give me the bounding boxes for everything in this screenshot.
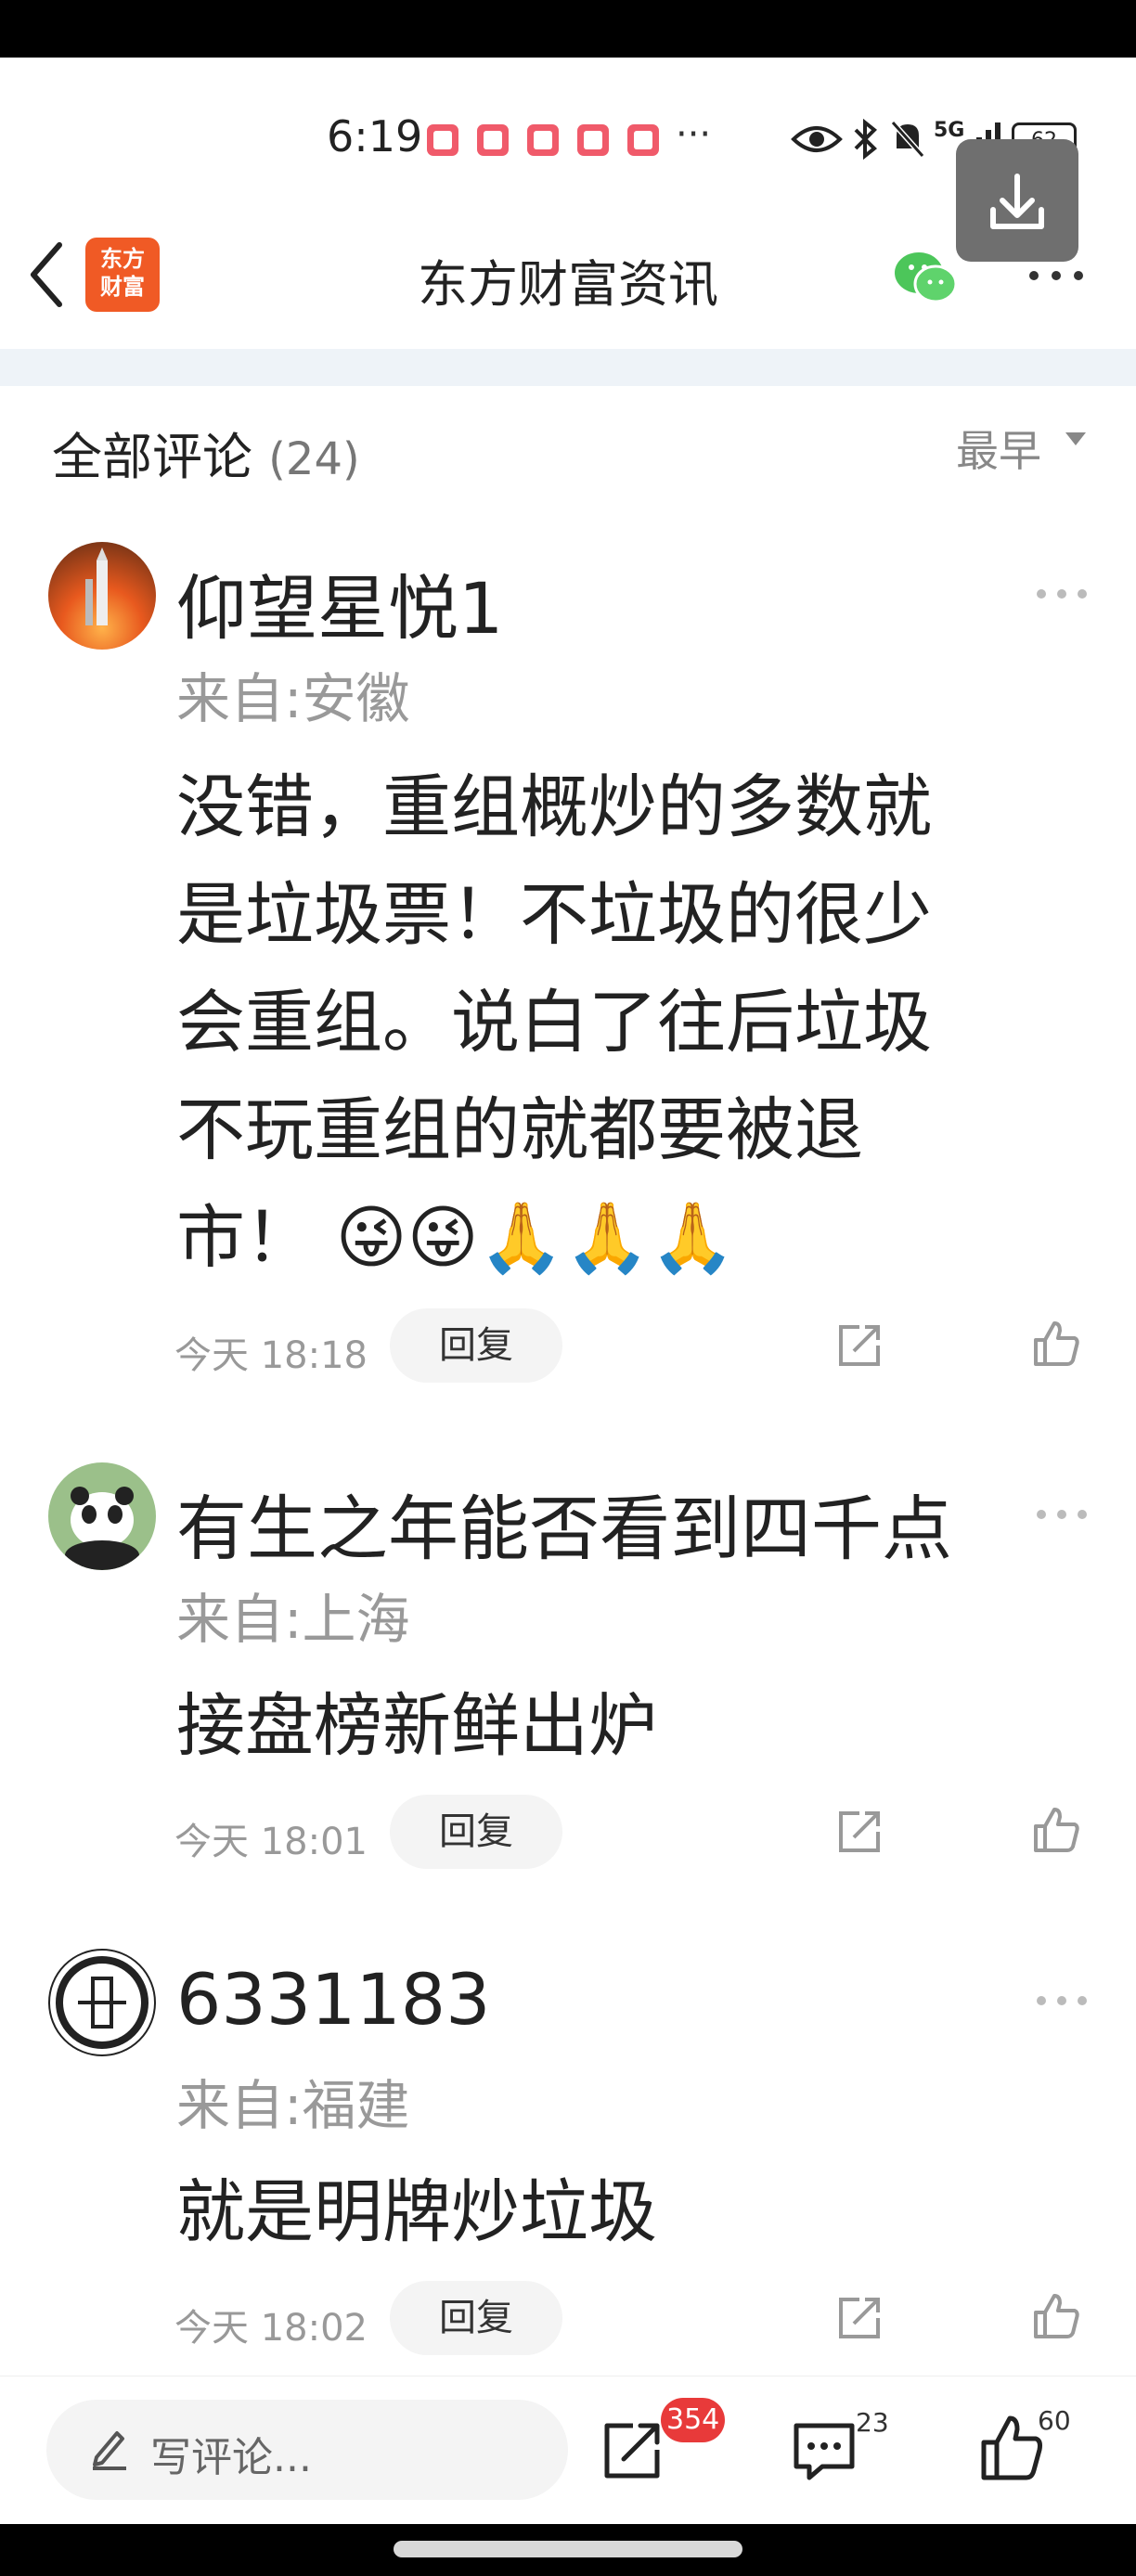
comment-more-icon[interactable]: [1036, 1505, 1088, 1524]
avatar[interactable]: [48, 542, 156, 650]
seal-avatar-image: [56, 1956, 148, 2049]
share-icon[interactable]: [833, 1320, 885, 1372]
comment-more-icon[interactable]: [1036, 585, 1088, 603]
notification-icon: [477, 124, 509, 156]
thumbs-up-icon[interactable]: [1030, 1318, 1082, 1370]
comment-time: 今天 18:01: [174, 1821, 368, 1863]
notification-icon: [527, 124, 559, 156]
share-icon[interactable]: [600, 2416, 666, 2483]
comment-line: 市！ 😜😜🙏🙏🙏: [176, 1198, 736, 1278]
eye-icon: [791, 126, 843, 152]
comment-line: 是垃圾票！不垃圾的很少: [176, 875, 932, 955]
comment-line: 接盘榜新鲜出炉: [176, 1686, 657, 1766]
comment-count: 23: [856, 2407, 889, 2438]
panda-avatar-image: [65, 1487, 139, 1570]
mute-icon: [890, 121, 925, 158]
comment-input-placeholder[interactable]: 写评论...: [150, 2424, 312, 2483]
thumbs-up-icon[interactable]: [978, 2413, 1045, 2483]
thumbs-up-icon[interactable]: [1030, 1804, 1082, 1856]
bluetooth-icon: [854, 119, 877, 160]
comments-section-title: 全部评论 (24): [52, 416, 360, 489]
comment-line: 没错，重组概炒的多数就: [176, 767, 932, 847]
pen-icon: [93, 2431, 126, 2470]
comments-count: (24): [268, 433, 360, 485]
comment-line: 不玩重组的就都要被退: [176, 1090, 863, 1170]
notification-icon: [627, 124, 659, 156]
comment-location: 来自:上海: [176, 1588, 410, 1651]
comment-more-icon[interactable]: [1036, 1991, 1088, 2010]
reply-button[interactable]: 回复: [390, 1795, 562, 1869]
share-icon[interactable]: [833, 1806, 885, 1858]
notification-icon: [427, 124, 458, 156]
download-button[interactable]: [956, 139, 1078, 262]
status-time: 6:19: [327, 111, 423, 161]
chevron-down-icon[interactable]: [1065, 432, 1086, 445]
more-options-icon[interactable]: [1026, 262, 1086, 290]
like-count: 60: [1038, 2405, 1071, 2436]
screen-top-edge: [0, 0, 1136, 58]
thumbs-up-icon[interactable]: [1030, 2290, 1082, 2342]
avatar[interactable]: [48, 1462, 156, 1570]
download-icon: [990, 174, 1044, 229]
home-indicator[interactable]: [394, 2541, 742, 2557]
comment-time: 今天 18:02: [174, 2307, 368, 2350]
comment-icon[interactable]: [791, 2418, 858, 2483]
comment-location: 来自:安徽: [176, 667, 410, 730]
rocket-avatar-image: [85, 547, 108, 625]
comment-location: 来自:福建: [176, 2074, 410, 2137]
notification-icon: [577, 124, 609, 156]
wechat-icon[interactable]: [893, 249, 960, 306]
sort-dropdown[interactable]: 最早: [956, 418, 1041, 479]
comment-username[interactable]: 有生之年能否看到四千点: [176, 1472, 952, 1574]
comment-line: 会重组。说白了往后垃圾: [176, 983, 932, 1063]
comment-line: 就是明牌炒垃圾: [176, 2172, 657, 2252]
comment-body: 没错，重组概炒的多数就 是垃圾票！不垃圾的很少 会重组。说白了往后垃圾 不玩重组…: [176, 753, 1039, 1292]
share-count-badge: 354: [661, 2398, 726, 2442]
comment-body: 就是明牌炒垃圾: [176, 2158, 1039, 2266]
section-divider: [0, 349, 1136, 386]
comments-title-label: 全部评论: [52, 428, 252, 486]
reply-button[interactable]: 回复: [390, 2281, 562, 2355]
reply-button[interactable]: 回复: [390, 1308, 562, 1383]
comment-username[interactable]: 6331183: [176, 1958, 490, 2041]
share-icon[interactable]: [833, 2292, 885, 2344]
comment-time: 今天 18:18: [174, 1334, 368, 1377]
comment-username[interactable]: 仰望星悦1: [176, 551, 503, 653]
avatar[interactable]: [48, 1949, 156, 2056]
status-overflow-dots: ···: [676, 113, 712, 156]
comment-body: 接盘榜新鲜出炉: [176, 1672, 1039, 1780]
